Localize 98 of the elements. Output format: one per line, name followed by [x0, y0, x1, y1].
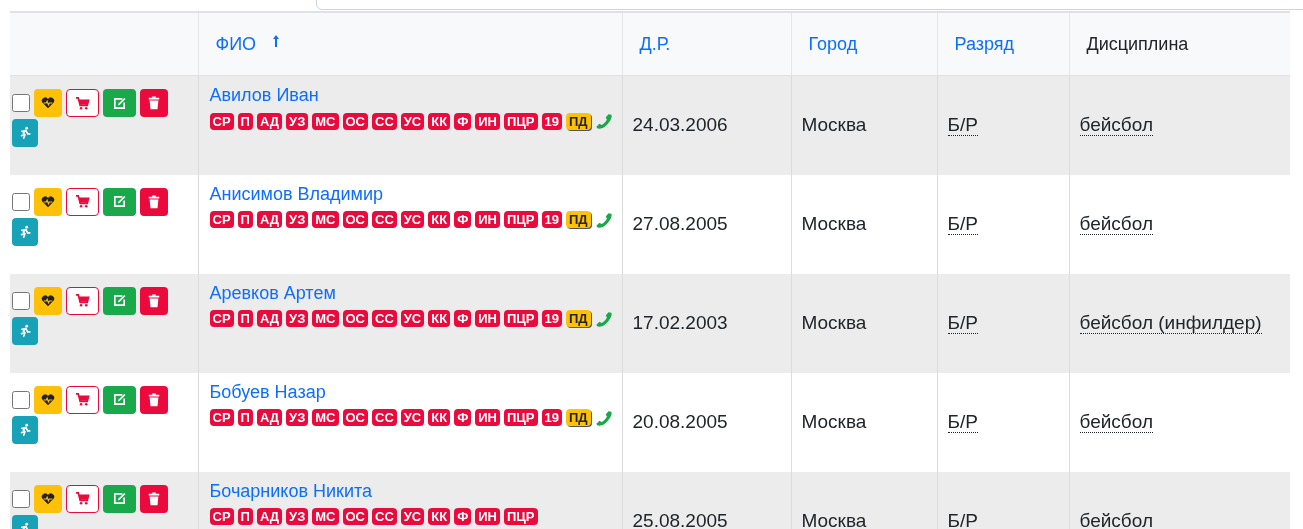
- status-badge: АД: [256, 310, 283, 327]
- status-badge: П: [237, 211, 253, 228]
- athlete-name-link[interactable]: Авилов Иван: [209, 84, 319, 106]
- status-badge: СС: [372, 507, 397, 525]
- status-badge: 19: [541, 310, 562, 327]
- status-badge: ОС: [342, 310, 368, 327]
- athlete-name-link[interactable]: Бочарников Никита: [209, 479, 372, 502]
- status-badge: СС: [372, 112, 397, 130]
- status-badge: ПЦР: [504, 507, 538, 525]
- status-badge: ПД: [565, 112, 591, 130]
- status-badge: П: [237, 409, 253, 426]
- rank: Б/Р: [947, 411, 978, 433]
- status-badge: 19: [541, 409, 562, 426]
- city: Москва: [801, 411, 867, 432]
- status-badge: КК: [428, 409, 451, 426]
- status-badge: ПД: [565, 409, 591, 426]
- column-header-link[interactable]: Д.Р.: [639, 33, 671, 54]
- status-badge: 19: [541, 112, 562, 130]
- column-header-link[interactable]: Разряд: [954, 33, 1015, 54]
- status-badge: Ф: [454, 310, 472, 327]
- status-badge: ПЦР: [504, 211, 538, 228]
- status-badge: УС: [400, 409, 425, 426]
- athlete-name-link[interactable]: Бобуев Назар: [209, 380, 326, 403]
- status-badge: ОС: [342, 409, 368, 426]
- status-badge: ИН: [475, 310, 500, 327]
- status-badge: СР: [209, 409, 234, 426]
- status-badge: ИН: [475, 409, 500, 426]
- discipline: бейсбол: [1079, 510, 1153, 529]
- status-badge: ИН: [475, 507, 500, 525]
- status-badge: КК: [428, 112, 451, 130]
- column-header-link[interactable]: Город: [808, 33, 858, 54]
- status-badge: Ф: [454, 507, 472, 525]
- birth-date: 27.08.2005: [632, 213, 728, 234]
- birth-date: 24.03.2006: [632, 114, 728, 136]
- status-badge: СР: [209, 507, 234, 525]
- status-badge: СС: [372, 310, 397, 327]
- status-badge: СС: [372, 409, 397, 426]
- status-badge: КК: [428, 211, 451, 228]
- birth-date: 17.02.2003: [632, 312, 728, 333]
- status-badge: АД: [256, 409, 283, 426]
- status-badge: УЗ: [286, 112, 309, 130]
- status-badge: СР: [209, 211, 234, 228]
- column-header: Дисциплина: [1086, 33, 1189, 54]
- status-badge: УС: [400, 507, 425, 525]
- birth-date: 20.08.2005: [632, 411, 728, 432]
- discipline: бейсбол: [1079, 213, 1153, 235]
- status-badge: МС: [312, 211, 339, 228]
- city: Москва: [801, 114, 867, 136]
- athlete-name-link[interactable]: Аревков Артем: [209, 281, 336, 304]
- status-badge: ПЦР: [504, 310, 538, 327]
- status-badge: П: [237, 507, 253, 525]
- status-badge: ОС: [342, 507, 368, 525]
- status-badge: ОС: [342, 112, 368, 130]
- rank: Б/Р: [947, 213, 978, 235]
- status-badge: АД: [256, 211, 283, 228]
- status-badge: АД: [256, 112, 283, 130]
- status-badge: Ф: [454, 211, 472, 228]
- athlete-name-link[interactable]: Анисимов Владимир: [209, 182, 384, 205]
- status-badge: УС: [400, 112, 425, 130]
- status-badge: ИН: [475, 112, 500, 130]
- status-badge: КК: [428, 310, 451, 327]
- status-badge: ПЦР: [504, 409, 538, 426]
- status-badge: СС: [372, 211, 397, 228]
- status-badge: УЗ: [286, 409, 309, 426]
- city: Москва: [801, 213, 867, 234]
- status-badge: МС: [312, 507, 339, 525]
- status-badge: СР: [209, 112, 234, 130]
- city: Москва: [801, 312, 867, 333]
- status-badge: УС: [400, 211, 425, 228]
- status-badge: КК: [428, 507, 451, 525]
- rank: Б/Р: [947, 114, 978, 137]
- status-badge: 19: [541, 211, 562, 228]
- status-badge: АД: [256, 507, 283, 525]
- city: Москва: [801, 510, 867, 529]
- rank: Б/Р: [947, 312, 978, 334]
- column-header-link[interactable]: ФИО: [215, 33, 257, 54]
- status-badge: МС: [312, 310, 339, 327]
- status-badge: МС: [312, 409, 339, 426]
- status-badge: МС: [312, 112, 339, 130]
- status-badge: ИН: [475, 211, 500, 228]
- status-badge: УЗ: [286, 211, 309, 228]
- discipline: бейсбол (инфилдер): [1079, 312, 1262, 334]
- status-badge: ПД: [565, 310, 591, 327]
- status-badge: ПЦР: [504, 112, 538, 130]
- status-badge: П: [237, 112, 253, 130]
- status-badge: Ф: [454, 409, 472, 426]
- status-badge: ПД: [565, 211, 591, 228]
- status-badge: ОС: [342, 211, 368, 228]
- status-badge: УЗ: [286, 310, 309, 327]
- discipline: бейсбол: [1079, 114, 1153, 137]
- birth-date: 25.08.2005: [632, 510, 728, 529]
- status-badge: УС: [400, 310, 425, 327]
- status-badge: П: [237, 310, 253, 327]
- status-badge: СР: [209, 310, 234, 327]
- status-badge: УЗ: [286, 507, 309, 525]
- rank: Б/Р: [947, 510, 978, 529]
- discipline: бейсбол: [1079, 411, 1153, 433]
- status-badge: Ф: [454, 112, 472, 130]
